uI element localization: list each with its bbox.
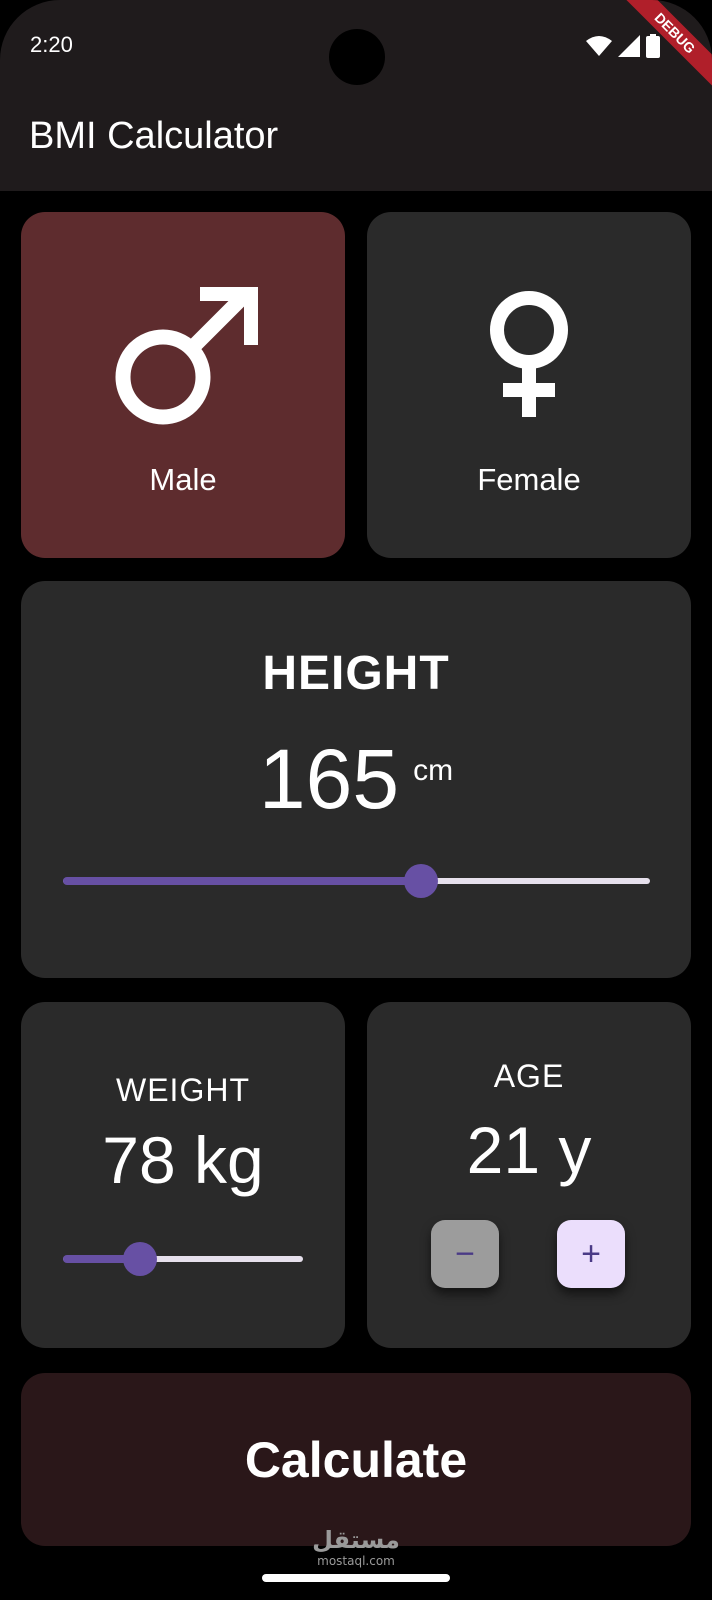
camera-cutout xyxy=(329,29,385,85)
height-value: 165 xyxy=(258,732,400,826)
female-symbol-icon xyxy=(367,287,691,422)
calculate-label: Calculate xyxy=(244,1431,468,1488)
weight-slider[interactable] xyxy=(63,1242,303,1276)
signal-icon xyxy=(618,35,640,57)
female-label: Female xyxy=(477,462,581,497)
calculate-button[interactable]: Calculate xyxy=(21,1373,691,1546)
height-slider-active-track xyxy=(63,877,422,885)
app-screen: 2:20 DEBUG BMI Calculator Male Female HE… xyxy=(0,0,712,1600)
watermark: مستقل mostaql.com xyxy=(0,1526,712,1568)
male-label: Male xyxy=(149,462,217,497)
height-card: HEIGHT 165 cm xyxy=(21,581,691,978)
battery-icon xyxy=(646,34,660,58)
wifi-icon xyxy=(586,36,612,56)
female-card[interactable]: Female xyxy=(367,212,691,558)
age-card: AGE 21 y − + xyxy=(367,1002,691,1348)
status-time: 2:20 xyxy=(30,32,73,57)
weight-card: WEIGHT 78 kg xyxy=(21,1002,345,1348)
height-slider[interactable] xyxy=(63,864,650,898)
watermark-arabic: مستقل xyxy=(312,1526,400,1554)
watermark-latin: mostaql.com xyxy=(317,1554,395,1568)
plus-icon: + xyxy=(581,1234,601,1273)
weight-slider-thumb[interactable] xyxy=(122,1242,157,1276)
minus-icon: − xyxy=(455,1234,475,1273)
height-unit: cm xyxy=(413,754,454,787)
home-indicator[interactable] xyxy=(262,1574,450,1582)
height-slider-thumb[interactable] xyxy=(404,864,439,898)
status-icons xyxy=(586,34,660,58)
app-title: BMI Calculator xyxy=(29,115,279,157)
male-symbol-icon xyxy=(21,287,345,442)
age-title: AGE xyxy=(493,1058,565,1094)
height-title: HEIGHT xyxy=(262,647,450,700)
weight-title: WEIGHT xyxy=(116,1072,250,1108)
male-card[interactable]: Male xyxy=(21,212,345,558)
age-value: 21 y xyxy=(466,1113,592,1187)
age-decrement-button[interactable]: − xyxy=(431,1220,499,1288)
age-increment-button[interactable]: + xyxy=(557,1220,625,1288)
weight-value: 78 kg xyxy=(102,1123,264,1197)
status-bar: 2:20 DEBUG xyxy=(0,0,712,95)
app-bar: BMI Calculator xyxy=(0,95,712,191)
height-readout: 165 cm xyxy=(21,731,691,828)
